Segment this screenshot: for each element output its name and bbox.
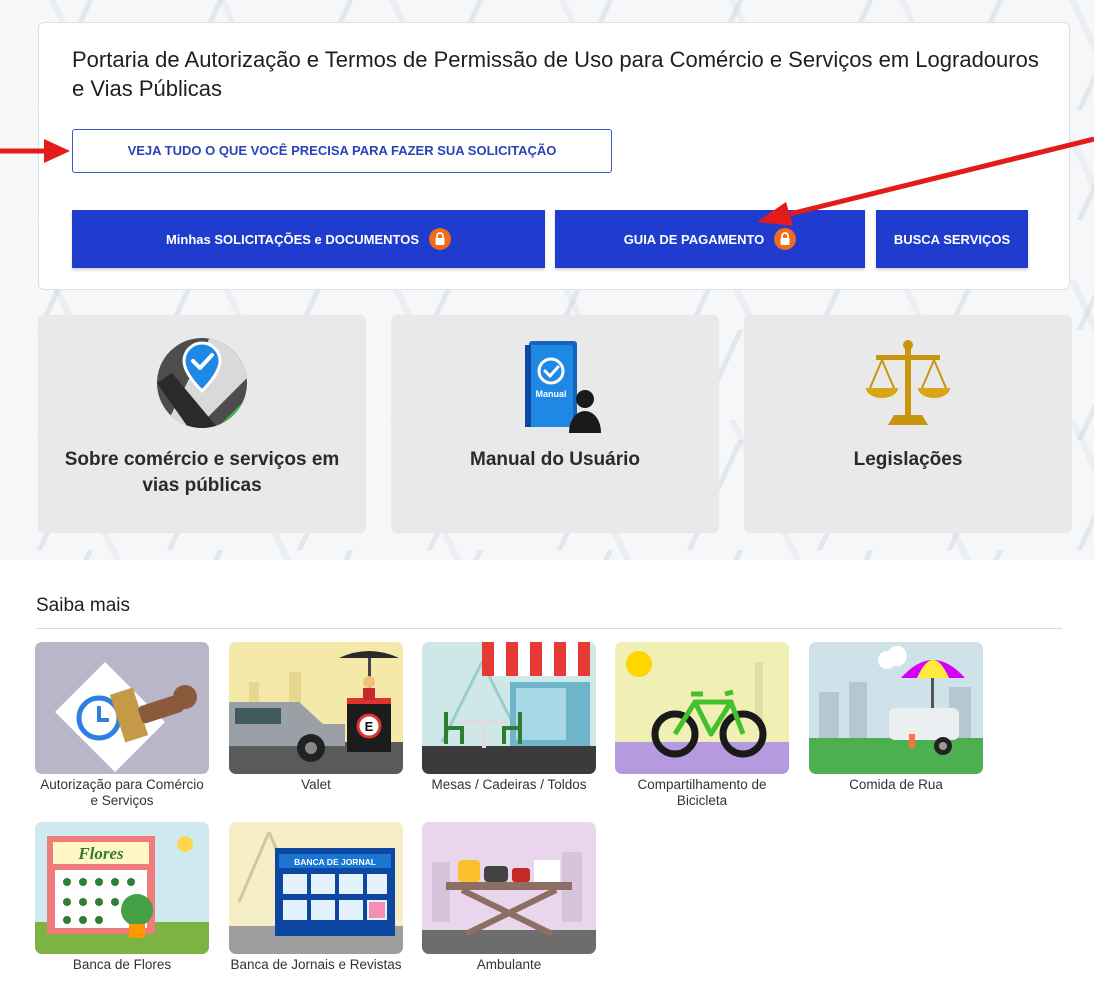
card-caption: Compartilhamento de Bicicleta bbox=[637, 777, 767, 808]
card-street-food[interactable]: Comida de Rua bbox=[809, 642, 983, 793]
manual-badge-text: Manual bbox=[535, 389, 566, 399]
bicycle-icon bbox=[615, 642, 789, 774]
newsstand-icon: BANCA DE JORNAL bbox=[229, 822, 403, 954]
authorization-stamp-icon bbox=[35, 642, 209, 774]
tile-label: Sobre comércio e serviços em vias públic… bbox=[64, 449, 340, 496]
card-newsstand[interactable]: BANCA DE JORNAL Banca de Jornais e Revis… bbox=[229, 822, 403, 973]
newsstand-sign-text: BANCA DE JORNAL bbox=[294, 857, 376, 867]
scales-icon bbox=[866, 340, 950, 425]
svg-text:E: E bbox=[365, 719, 374, 734]
section-divider bbox=[36, 628, 1062, 629]
card-authorization[interactable]: Autorização para Comércio e Serviços bbox=[35, 642, 209, 809]
card-valet[interactable]: E Valet bbox=[229, 642, 403, 793]
tile-about-street-commerce[interactable]: Sobre comércio e serviços em vias públic… bbox=[38, 315, 366, 533]
card-caption: Banca de Jornais e Revistas bbox=[230, 957, 402, 972]
section-title-saiba-mais: Saiba mais bbox=[36, 595, 130, 616]
annotation-arrow-right-icon bbox=[757, 136, 1094, 226]
card-caption: Banca de Flores bbox=[72, 957, 172, 972]
flower-stand-icon: Flores bbox=[35, 822, 209, 954]
tile-label: Manual do Usuário bbox=[470, 449, 640, 470]
map-pin-check-icon bbox=[157, 338, 247, 428]
flower-sign-text: Flores bbox=[77, 844, 124, 863]
food-cart-icon bbox=[809, 642, 983, 774]
card-caption: Ambulante bbox=[476, 957, 542, 972]
outdoor-cafe-icon bbox=[422, 642, 596, 774]
manual-book-user-icon: Manual bbox=[525, 341, 601, 433]
tile-user-manual[interactable]: Manual Manual do Usuário bbox=[391, 315, 719, 533]
card-flower-stand[interactable]: Flores Banca de Flores bbox=[35, 822, 209, 973]
card-caption: Comida de Rua bbox=[849, 777, 943, 792]
card-caption: Valet bbox=[301, 777, 331, 792]
card-street-vendor[interactable]: Ambulante bbox=[422, 822, 596, 973]
card-bike-sharing[interactable]: Compartilhamento de Bicicleta bbox=[615, 642, 789, 809]
card-caption: Mesas / Cadeiras / Toldos bbox=[431, 777, 587, 792]
street-vendor-table-icon bbox=[422, 822, 596, 954]
card-tables-chairs[interactable]: Mesas / Cadeiras / Toldos bbox=[422, 642, 596, 793]
tile-label: Legislações bbox=[853, 449, 963, 470]
card-caption: Autorização para Comércio e Serviços bbox=[40, 777, 204, 808]
tile-legislation[interactable]: Legislações bbox=[744, 315, 1072, 533]
valet-car-icon: E bbox=[229, 642, 403, 774]
